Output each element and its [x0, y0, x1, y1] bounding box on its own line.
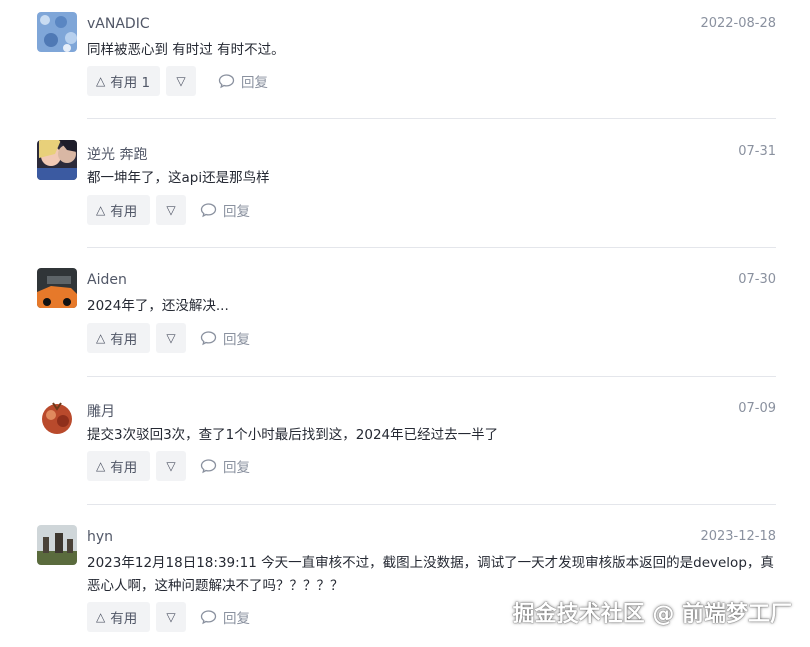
dislike-button[interactable]: ▽: [156, 195, 186, 225]
like-button[interactable]: △ 有用 1: [87, 66, 160, 96]
reply-button[interactable]: 回复: [200, 607, 250, 627]
comment-icon: [200, 331, 217, 346]
comment-time: 2023-12-18: [700, 529, 776, 544]
avatar[interactable]: [37, 525, 77, 565]
avatar[interactable]: [37, 397, 77, 437]
thumb-down-icon: ▽: [166, 459, 176, 473]
divider: [87, 247, 776, 248]
comment-actions: △ 有用 ▽ 回复: [87, 451, 250, 481]
comment-time: 07-31: [738, 144, 776, 159]
thumb-up-icon: △: [96, 203, 106, 217]
like-button[interactable]: △ 有用: [87, 195, 150, 225]
like-label: 有用: [110, 460, 138, 476]
like-button[interactable]: △ 有用: [87, 451, 150, 481]
username[interactable]: Aiden: [87, 272, 127, 288]
dislike-button[interactable]: ▽: [156, 451, 186, 481]
thumb-up-icon: △: [96, 74, 106, 88]
reply-button[interactable]: 回复: [200, 200, 250, 220]
like-button[interactable]: △ 有用: [87, 323, 150, 353]
username[interactable]: 雕月: [87, 401, 115, 421]
comment-icon: [218, 74, 235, 89]
comment-text: 2023年12月18日18:39:11 今天一直审核不过，截图上没数据，调试了一…: [87, 555, 774, 594]
dislike-button[interactable]: ▽: [156, 602, 186, 632]
comment-text: 2024年了，还没解决...: [87, 298, 229, 314]
thumb-up-icon: △: [96, 459, 106, 473]
watermark: 掘金技术社区 @ 前端梦工厂: [512, 602, 792, 627]
comment-text: 同样被恶心到 有时过 有时不过。: [87, 42, 285, 58]
reply-button[interactable]: 回复: [200, 328, 250, 348]
divider: [87, 504, 776, 505]
reply-button[interactable]: 回复: [218, 71, 268, 91]
reply-label: 回复: [223, 611, 250, 627]
thumb-down-icon: ▽: [166, 331, 176, 345]
username[interactable]: hyn: [87, 529, 113, 545]
dislike-button[interactable]: ▽: [166, 66, 196, 96]
comment-time: 2022-08-28: [700, 16, 776, 31]
comment-time: 07-09: [738, 401, 776, 416]
thumb-down-icon: ▽: [166, 203, 176, 217]
like-label: 有用: [110, 204, 138, 220]
reply-label: 回复: [223, 460, 250, 476]
comment-actions: △ 有用 ▽ 回复: [87, 602, 250, 632]
comment-icon: [200, 203, 217, 218]
dislike-button[interactable]: ▽: [156, 323, 186, 353]
like-label: 有用: [110, 611, 138, 627]
reply-button[interactable]: 回复: [200, 456, 250, 476]
comment-icon: [200, 610, 217, 625]
thumb-down-icon: ▽: [176, 74, 186, 88]
avatar[interactable]: [37, 140, 77, 180]
username[interactable]: 逆光 奔跑: [87, 144, 147, 164]
reply-label: 回复: [241, 75, 268, 91]
comment-icon: [200, 459, 217, 474]
like-label: 有用 1: [110, 75, 151, 91]
comment-actions: △ 有用 ▽ 回复: [87, 323, 250, 353]
comment-text: 都一坤年了，这api还是那鸟样: [87, 170, 270, 186]
comment-actions: △ 有用 ▽ 回复: [87, 195, 250, 225]
reply-label: 回复: [223, 332, 250, 348]
comment-time: 07-30: [738, 272, 776, 287]
divider: [87, 118, 776, 119]
comment-actions: △ 有用 1 ▽ 回复: [87, 66, 268, 96]
reply-label: 回复: [223, 204, 250, 220]
like-label: 有用: [110, 332, 138, 348]
thumb-down-icon: ▽: [166, 610, 176, 624]
username[interactable]: vANADIC: [87, 16, 150, 32]
comment-text: 提交3次驳回3次，查了1个小时最后找到这，2024年已经过去一半了: [87, 427, 499, 443]
avatar[interactable]: [37, 268, 77, 308]
like-button[interactable]: △ 有用: [87, 602, 150, 632]
thumb-up-icon: △: [96, 610, 106, 624]
thumb-up-icon: △: [96, 331, 106, 345]
divider: [87, 376, 776, 377]
avatar[interactable]: [37, 12, 77, 52]
